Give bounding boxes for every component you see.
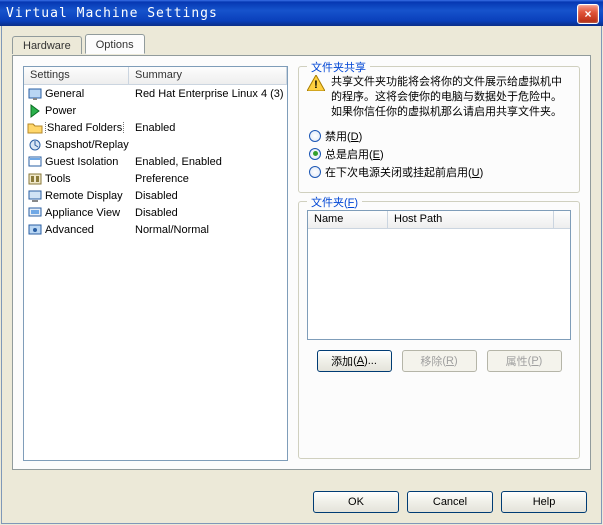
remote-display-icon [27,188,43,204]
settings-row-label: General [45,88,131,100]
folders-list-header: Name Host Path [308,211,570,229]
window-title: Virtual Machine Settings [6,6,218,21]
tab-page-options: Settings Summary GeneralRed Hat Enterpri… [12,55,591,470]
tools-icon [27,171,43,187]
settings-row-label: Remote Display [45,190,131,202]
group-folder-sharing: 文件夹共享 ! 共享文件夹功能将会将你的文件展示给虚拟机中的程序。这将会使你的电… [298,66,580,193]
radio-icon [309,148,321,160]
guest-isolation-icon [27,154,43,170]
settings-list-body: GeneralRed Hat Enterprise Linux 4 (3)Pow… [24,85,287,238]
settings-row-summary: Disabled [131,190,287,202]
settings-row-power[interactable]: Power [24,102,287,119]
settings-row-label: Shared Folders [45,122,131,134]
tab-options[interactable]: Options [85,34,145,54]
settings-listview[interactable]: Settings Summary GeneralRed Hat Enterpri… [23,66,288,461]
settings-row-summary: Red Hat Enterprise Linux 4 (3) [131,88,287,100]
settings-row-summary: Enabled, Enabled [131,156,287,168]
col-header-hostpath[interactable]: Host Path [388,211,554,228]
col-header-name[interactable]: Name [308,211,388,228]
settings-row-remote-display[interactable]: Remote DisplayDisabled [24,187,287,204]
settings-row-label: Power [45,105,131,117]
radio-icon [309,166,321,178]
advanced-icon [27,222,43,238]
settings-row-summary: Preference [131,173,287,185]
group-folders-title: 文件夹(F) [307,194,362,210]
col-header-settings[interactable]: Settings [24,67,129,84]
folders-listview[interactable]: Name Host Path [307,210,571,340]
power-icon [27,103,43,119]
dialog-button-row: OK Cancel Help [313,491,587,513]
settings-row-label: Snapshot/Replay [45,139,131,151]
sharing-warning-text: 共享文件夹功能将会将你的文件展示给虚拟机中的程序。这将会使你的电脑与数据处于危险… [331,75,571,120]
col-header-summary[interactable]: Summary [129,67,287,84]
tab-strip: Hardware Options [12,34,591,55]
settings-row-guest-isolation[interactable]: Guest IsolationEnabled, Enabled [24,153,287,170]
options-shared-folders-panel: 文件夹共享 ! 共享文件夹功能将会将你的文件展示给虚拟机中的程序。这将会使你的电… [298,66,580,459]
settings-row-label: Guest Isolation [45,156,131,168]
radio-always-enabled[interactable]: 总是启用(E) [309,146,571,162]
radio-disabled[interactable]: 禁用(D) [309,128,571,144]
settings-row-general[interactable]: GeneralRed Hat Enterprise Linux 4 (3) [24,85,287,102]
warning-icon: ! [307,75,325,120]
group-folders: 文件夹(F) Name Host Path 添加(A)... 移除(R) 属性(… [298,201,580,459]
help-button[interactable]: Help [501,491,587,513]
close-button[interactable]: × [577,4,599,24]
settings-row-summary: Enabled [131,122,287,134]
radio-until-poweroff[interactable]: 在下次电源关闭或挂起前启用(U) [309,164,571,180]
cancel-button[interactable]: Cancel [407,491,493,513]
folder-properties-button[interactable]: 属性(P) [487,350,562,372]
settings-row-summary: Disabled [131,207,287,219]
col-header-spacer [554,211,570,228]
settings-row-advanced[interactable]: AdvancedNormal/Normal [24,221,287,238]
settings-row-snapshot-replay[interactable]: Snapshot/Replay [24,136,287,153]
settings-row-label: Advanced [45,224,131,236]
snapshot-icon [27,137,43,153]
titlebar: Virtual Machine Settings × [0,0,603,26]
group-folder-sharing-title: 文件夹共享 [307,59,370,75]
settings-row-label: Appliance View [45,207,131,219]
settings-list-header: Settings Summary [24,67,287,85]
add-folder-button[interactable]: 添加(A)... [317,350,392,372]
settings-row-shared-folders[interactable]: Shared FoldersEnabled [24,119,287,136]
remove-folder-button[interactable]: 移除(R) [402,350,477,372]
ok-button[interactable]: OK [313,491,399,513]
settings-row-label: Tools [45,173,131,185]
appliance-view-icon [27,205,43,221]
settings-row-summary: Normal/Normal [131,224,287,236]
close-icon: × [584,7,591,21]
svg-text:!: ! [314,79,318,91]
settings-row-tools[interactable]: ToolsPreference [24,170,287,187]
settings-row-appliance-view[interactable]: Appliance ViewDisabled [24,204,287,221]
dialog-client-area: Hardware Options Settings Summary Genera… [1,26,602,524]
folder-icon [27,120,43,136]
radio-icon [309,130,321,142]
tab-hardware[interactable]: Hardware [12,36,82,54]
general-icon [27,86,43,102]
